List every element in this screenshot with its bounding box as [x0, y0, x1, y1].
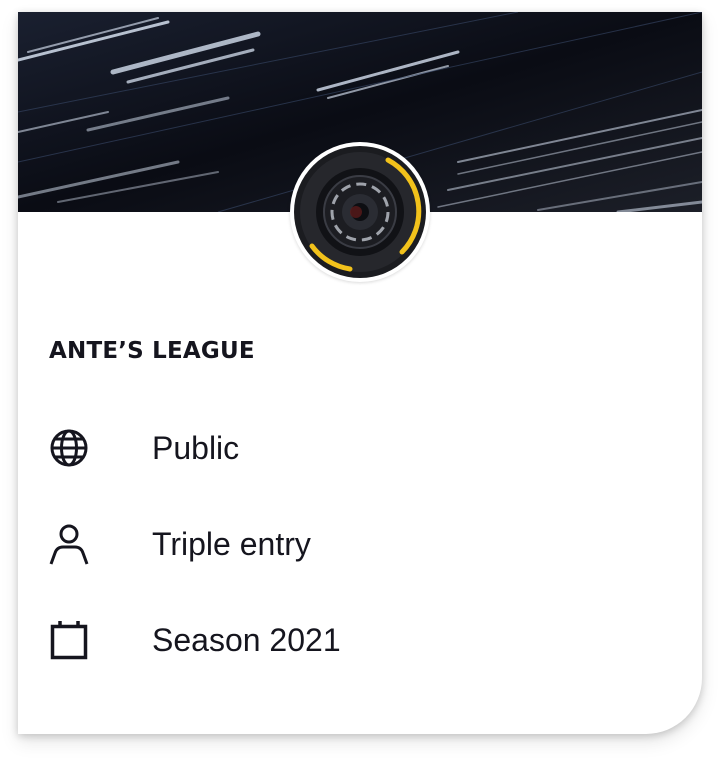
season-label: Season 2021	[152, 621, 341, 658]
entry-label: Triple entry	[152, 525, 311, 562]
tyre-badge	[290, 142, 430, 282]
league-card[interactable]: ANTE’S LEAGUE Public Triple entry Season…	[18, 12, 702, 734]
tyre-icon	[294, 146, 426, 278]
detail-row-season: Season 2021	[48, 616, 341, 664]
globe-icon	[48, 427, 90, 469]
league-title: ANTE’S LEAGUE	[49, 338, 255, 364]
calendar-icon	[48, 619, 90, 661]
person-icon	[48, 523, 90, 565]
detail-row-visibility: Public	[48, 424, 239, 472]
detail-row-entry: Triple entry	[48, 520, 311, 568]
visibility-label: Public	[152, 429, 240, 466]
